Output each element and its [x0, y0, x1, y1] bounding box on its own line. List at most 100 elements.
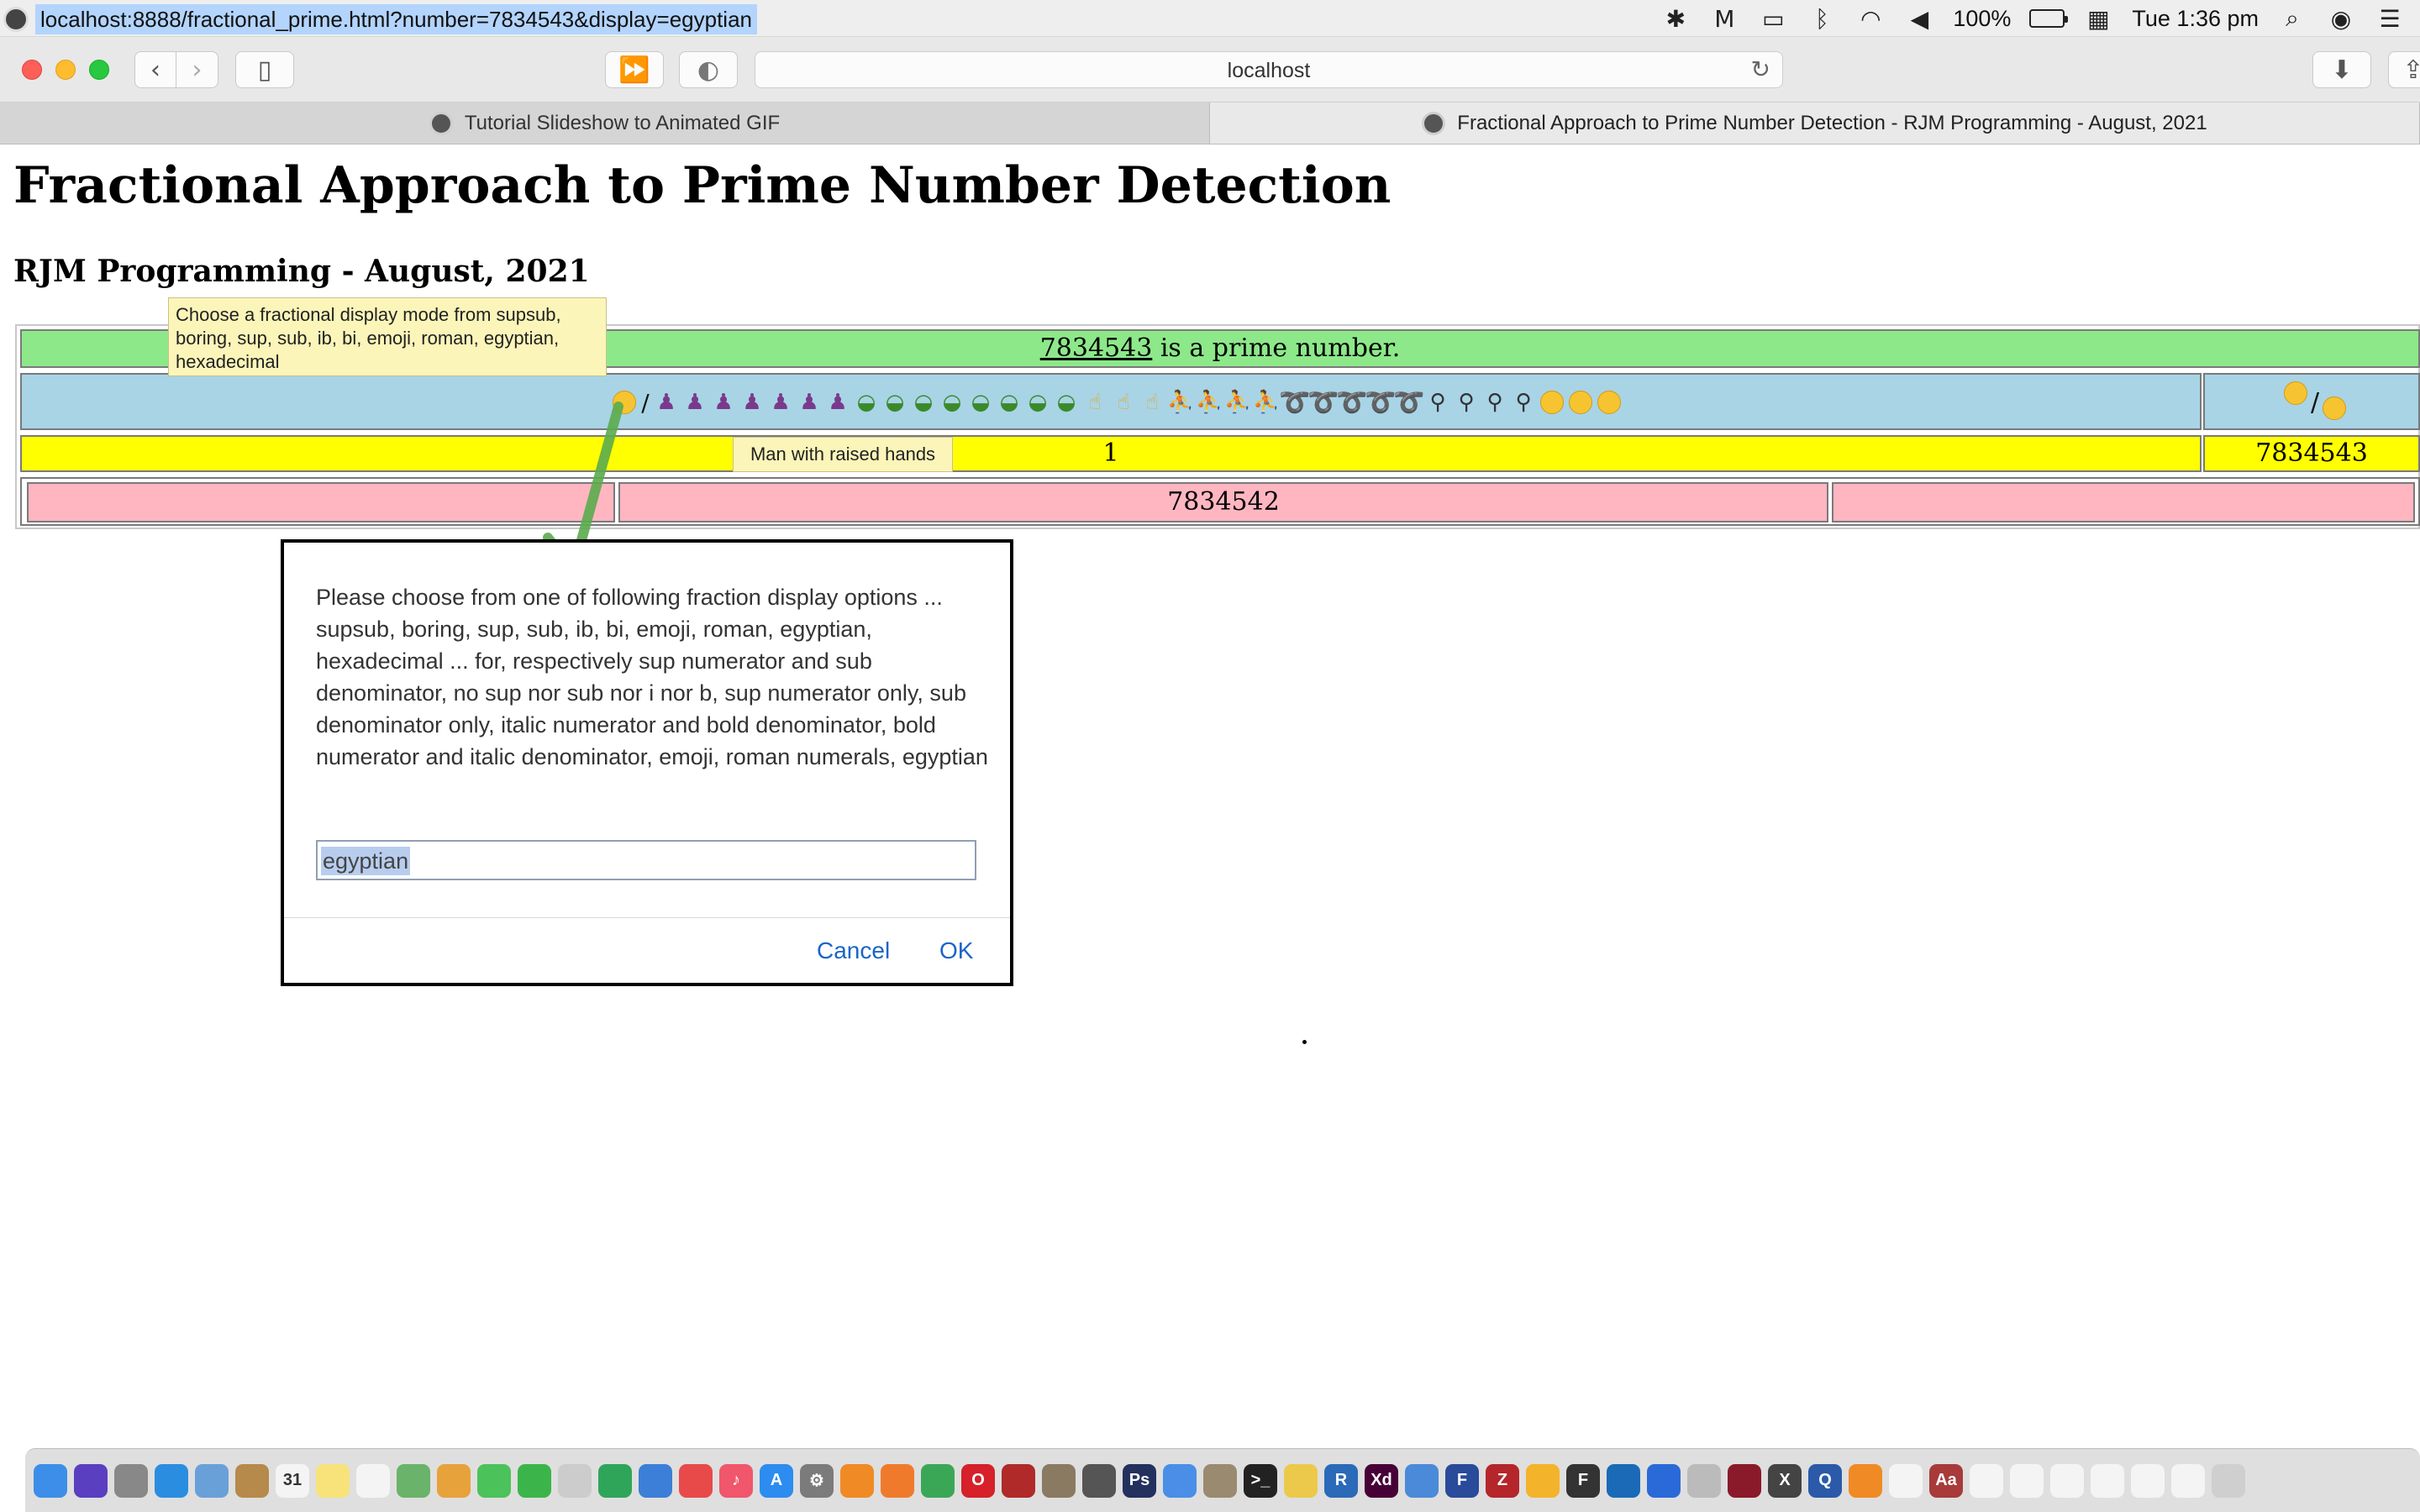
news-icon[interactable]: [679, 1463, 713, 1498]
pointing-hand-icon: ☝: [1145, 390, 1159, 415]
forward-button[interactable]: ›: [176, 51, 218, 88]
emoji-unit-fraction: /: [2203, 373, 2420, 430]
wifi-icon[interactable]: ◠: [1855, 5, 1886, 33]
virtualbox-icon[interactable]: [1607, 1463, 1640, 1498]
frog-icon: ◒: [971, 390, 991, 415]
filezilla-icon[interactable]: Z: [1486, 1463, 1519, 1498]
photo-booth-icon[interactable]: [1002, 1463, 1035, 1498]
address-bar[interactable]: localhost ↻: [755, 51, 1783, 88]
textedit-icon[interactable]: [558, 1463, 592, 1498]
siri-icon[interactable]: ◉: [2326, 5, 2356, 33]
notes-icon[interactable]: [316, 1463, 350, 1498]
app-store-icon[interactable]: A: [760, 1463, 793, 1498]
frog-icon: ◒: [913, 390, 934, 415]
person-icon: ♟: [713, 390, 734, 415]
extension-button[interactable]: ⏩: [605, 51, 664, 88]
facetime-icon[interactable]: [518, 1463, 551, 1498]
list-icon[interactable]: ☰: [2375, 5, 2405, 33]
pink-cell-value: 7834542: [618, 482, 1828, 522]
share-button[interactable]: ⇪: [2388, 51, 2420, 88]
volume-icon[interactable]: ◀: [1904, 5, 1934, 33]
privacy-button[interactable]: ◐: [679, 51, 738, 88]
numbers-icon[interactable]: [598, 1463, 632, 1498]
selected-url-text[interactable]: localhost:8888/fractional_prime.html?num…: [35, 4, 757, 34]
display-mode-input[interactable]: egyptian: [316, 840, 976, 880]
notebook-icon[interactable]: [235, 1463, 269, 1498]
tab-slideshow[interactable]: Tutorial Slideshow to Animated GIF: [0, 102, 1210, 144]
reload-icon[interactable]: ↻: [1751, 55, 1770, 83]
messages-icon[interactable]: [477, 1463, 511, 1498]
cyberduck-icon[interactable]: [1284, 1463, 1318, 1498]
menu-clock[interactable]: Tue 1:36 pm: [2132, 6, 2259, 32]
sidebar-button[interactable]: ▯: [235, 51, 294, 88]
loop-icon: ➰: [1393, 387, 1425, 417]
x11-icon[interactable]: X: [1768, 1463, 1802, 1498]
document-6-icon[interactable]: [2171, 1463, 2205, 1498]
finder-icon[interactable]: [34, 1463, 67, 1498]
wine-icon[interactable]: [1728, 1463, 1761, 1498]
mamp-icon[interactable]: [1082, 1463, 1116, 1498]
smiley-icon: [613, 391, 636, 414]
minimize-window-button[interactable]: [55, 60, 76, 80]
favicon-icon: [429, 111, 453, 135]
gimp-icon[interactable]: [1042, 1463, 1076, 1498]
chrome-icon[interactable]: [921, 1463, 955, 1498]
downloads-button[interactable]: ⬇: [2312, 51, 2371, 88]
accessibility-icon[interactable]: [1647, 1463, 1681, 1498]
fugu-icon[interactable]: [1203, 1463, 1237, 1498]
system-preferences-icon[interactable]: ⚙: [800, 1463, 834, 1498]
firefox-icon[interactable]: [881, 1463, 914, 1498]
battery-icon[interactable]: [2029, 9, 2069, 28]
keynote-icon[interactable]: [639, 1463, 672, 1498]
safari-icon[interactable]: [155, 1463, 188, 1498]
app-logo-icon[interactable]: [3, 7, 29, 32]
r-icon[interactable]: R: [1324, 1463, 1358, 1498]
ok-button[interactable]: OK: [939, 937, 973, 964]
document-4-icon[interactable]: [2091, 1463, 2124, 1498]
terminal-icon[interactable]: >_: [1244, 1463, 1277, 1498]
music-icon[interactable]: ♪: [719, 1463, 753, 1498]
opera-icon[interactable]: O: [961, 1463, 995, 1498]
monitor-icon[interactable]: ✱: [1660, 5, 1691, 33]
preview-icon[interactable]: [195, 1463, 229, 1498]
prime-number-link[interactable]: 7834543: [1040, 333, 1153, 363]
search-icon[interactable]: ⌕: [2277, 4, 2307, 32]
close-window-button[interactable]: [22, 60, 42, 80]
font-forge-icon[interactable]: F: [1566, 1463, 1600, 1498]
calendar-icon[interactable]: ▦: [2083, 5, 2113, 33]
maps-icon[interactable]: [397, 1463, 430, 1498]
bluetooth-icon[interactable]: ᛒ: [1807, 5, 1837, 33]
zoom-window-button[interactable]: [89, 60, 109, 80]
cancel-button[interactable]: Cancel: [817, 937, 890, 964]
battery-percent: 100%: [1953, 5, 2012, 31]
input-selected-value[interactable]: egyptian: [321, 847, 411, 875]
mail-icon[interactable]: [1163, 1463, 1197, 1498]
dictionary-icon[interactable]: Aa: [1929, 1463, 1963, 1498]
photos-icon[interactable]: [437, 1463, 471, 1498]
person-icon[interactable]: ♟: [823, 388, 852, 417]
calendar-icon[interactable]: 31: [276, 1463, 309, 1498]
document-2-icon[interactable]: [2010, 1463, 2044, 1498]
document-3-icon[interactable]: [2050, 1463, 2084, 1498]
document-1-icon[interactable]: [1970, 1463, 2003, 1498]
script-editor-icon[interactable]: [1687, 1463, 1721, 1498]
trash-icon[interactable]: [2212, 1463, 2245, 1498]
tab-fractional-prime[interactable]: Fractional Approach to Prime Number Dete…: [1210, 102, 2420, 144]
reminders-icon[interactable]: [356, 1463, 390, 1498]
flow-icon[interactable]: F: [1445, 1463, 1479, 1498]
siri-icon[interactable]: [74, 1463, 108, 1498]
airplay-icon[interactable]: ▭: [1758, 5, 1788, 33]
document-5-icon[interactable]: [2131, 1463, 2165, 1498]
quicktime-icon[interactable]: Q: [1808, 1463, 1842, 1498]
pages-icon[interactable]: [1889, 1463, 1923, 1498]
xd-icon[interactable]: Xd: [1365, 1463, 1398, 1498]
thunderbird-icon[interactable]: [1405, 1463, 1439, 1498]
launchpad-icon[interactable]: [114, 1463, 148, 1498]
back-button[interactable]: ‹: [134, 51, 176, 88]
audacity-icon[interactable]: [1526, 1463, 1560, 1498]
fast-forward-icon: ⏩: [618, 55, 650, 85]
books-icon[interactable]: [1849, 1463, 1882, 1498]
malwarebytes-icon[interactable]: M: [1709, 5, 1739, 33]
photoshop-icon[interactable]: Ps: [1123, 1463, 1156, 1498]
blender-icon[interactable]: [840, 1463, 874, 1498]
